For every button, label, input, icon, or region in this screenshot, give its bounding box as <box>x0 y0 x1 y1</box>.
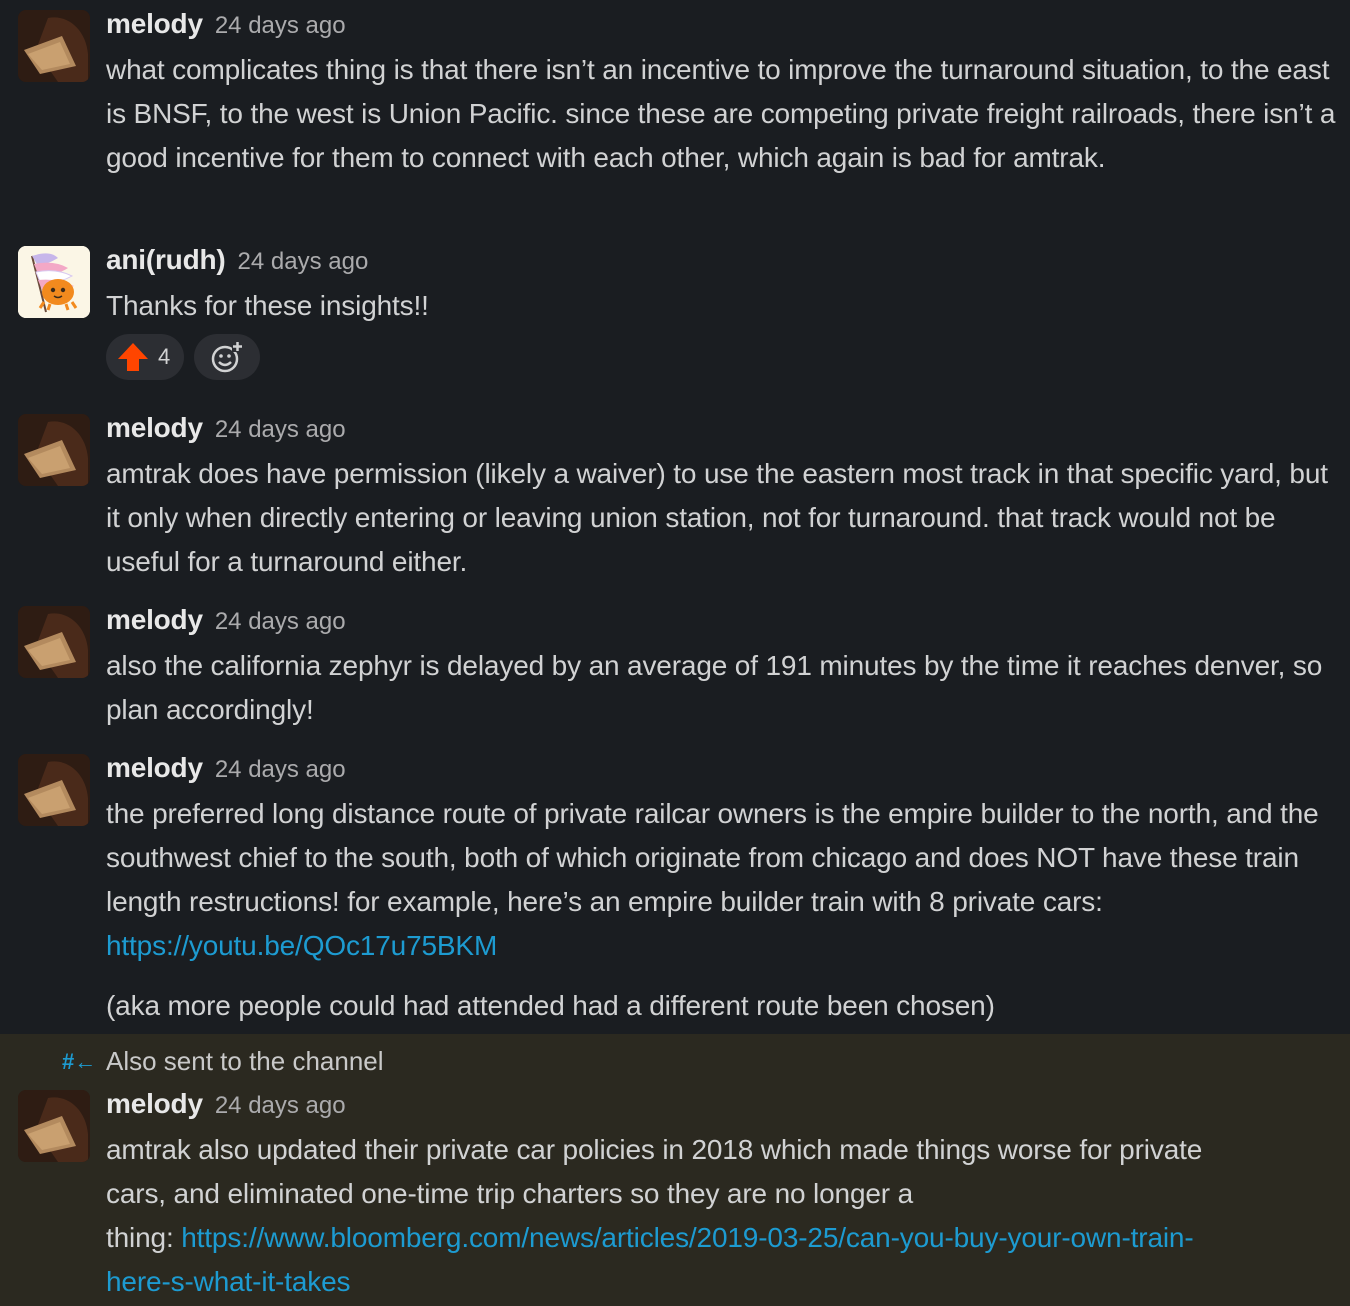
username[interactable]: melody <box>106 752 203 783</box>
username[interactable]: melody <box>106 1088 203 1119</box>
username[interactable]: ani(rudh) <box>106 244 226 275</box>
melody-avatar-image <box>18 414 90 486</box>
bloomberg-link[interactable]: https://www.bloomberg.com/news/articles/… <box>181 1222 1193 1253</box>
ani-avatar-image <box>18 246 90 318</box>
username[interactable]: melody <box>106 604 203 635</box>
message-line-prefix: thing: <box>106 1222 182 1253</box>
message-thread: melody 24 days ago what complicates thing… <box>0 0 1350 1306</box>
message-text-part: the preferred long distance route of pri… <box>106 798 1319 917</box>
timestamp[interactable]: 24 days ago <box>215 756 346 783</box>
timestamp[interactable]: 24 days ago <box>238 248 369 275</box>
add-emoji-icon <box>212 341 244 373</box>
message-5[interactable]: melody 24 days ago the preferred long dis… <box>0 736 1350 1034</box>
avatar-ani-rudh[interactable] <box>18 246 90 318</box>
avatar-melody[interactable] <box>18 1090 90 1162</box>
reaction-upvote[interactable]: 4 <box>106 334 185 380</box>
avatar-melody[interactable] <box>18 606 90 678</box>
username[interactable]: melody <box>106 8 203 39</box>
avatar-melody[interactable] <box>18 10 90 82</box>
arrow-up-icon <box>118 343 148 371</box>
message-4[interactable]: melody 24 days ago also the california ze… <box>0 588 1350 734</box>
message-line: thing: https://www.bloomberg.com/news/ar… <box>106 1216 1338 1260</box>
timestamp[interactable]: 24 days ago <box>215 12 346 39</box>
message-line: amtrak also updated their private car po… <box>106 1134 1203 1165</box>
add-reaction-button[interactable] <box>194 334 261 380</box>
message-text: Thanks for these insights!! <box>106 290 429 321</box>
message-line: cars, and eliminated one-time trip chart… <box>106 1178 914 1209</box>
message-text: also the california zephyr is delayed by… <box>106 650 1323 725</box>
timestamp[interactable]: 24 days ago <box>215 1092 346 1119</box>
message-text: what complicates thing is that there isn… <box>106 54 1336 173</box>
message-text: amtrak does have permission (likely a wa… <box>106 458 1328 577</box>
reaction-bar: 4 <box>106 334 261 382</box>
avatar-melody[interactable] <box>18 754 90 826</box>
melody-avatar-image <box>18 10 90 82</box>
melody-avatar-image <box>18 754 90 826</box>
timestamp[interactable]: 24 days ago <box>215 608 346 635</box>
message-3[interactable]: melody 24 days ago amtrak does have permi… <box>0 396 1350 586</box>
melody-avatar-image <box>18 606 90 678</box>
message-text-followup: (aka more people could had attended had … <box>106 990 995 1021</box>
reaction-count: 4 <box>158 344 171 369</box>
bloomberg-link-continued[interactable]: here-s-what-it-takes <box>106 1266 351 1297</box>
message-text: amtrak also updated their private car po… <box>106 1128 1338 1304</box>
timestamp[interactable]: 24 days ago <box>215 416 346 443</box>
avatar-melody[interactable] <box>18 414 90 486</box>
message-line: here-s-what-it-takes <box>106 1260 1338 1304</box>
username[interactable]: melody <box>106 412 203 443</box>
message-6[interactable]: melody 24 days ago amtrak also updated th… <box>0 1072 1350 1306</box>
melody-avatar-image <box>18 1090 90 1162</box>
youtube-link[interactable]: https://youtu.be/QOc17u75BKM <box>106 930 497 961</box>
message-text: the preferred long distance route of pri… <box>106 792 1338 968</box>
message-1[interactable]: melody 24 days ago what complicates thing… <box>0 0 1350 226</box>
